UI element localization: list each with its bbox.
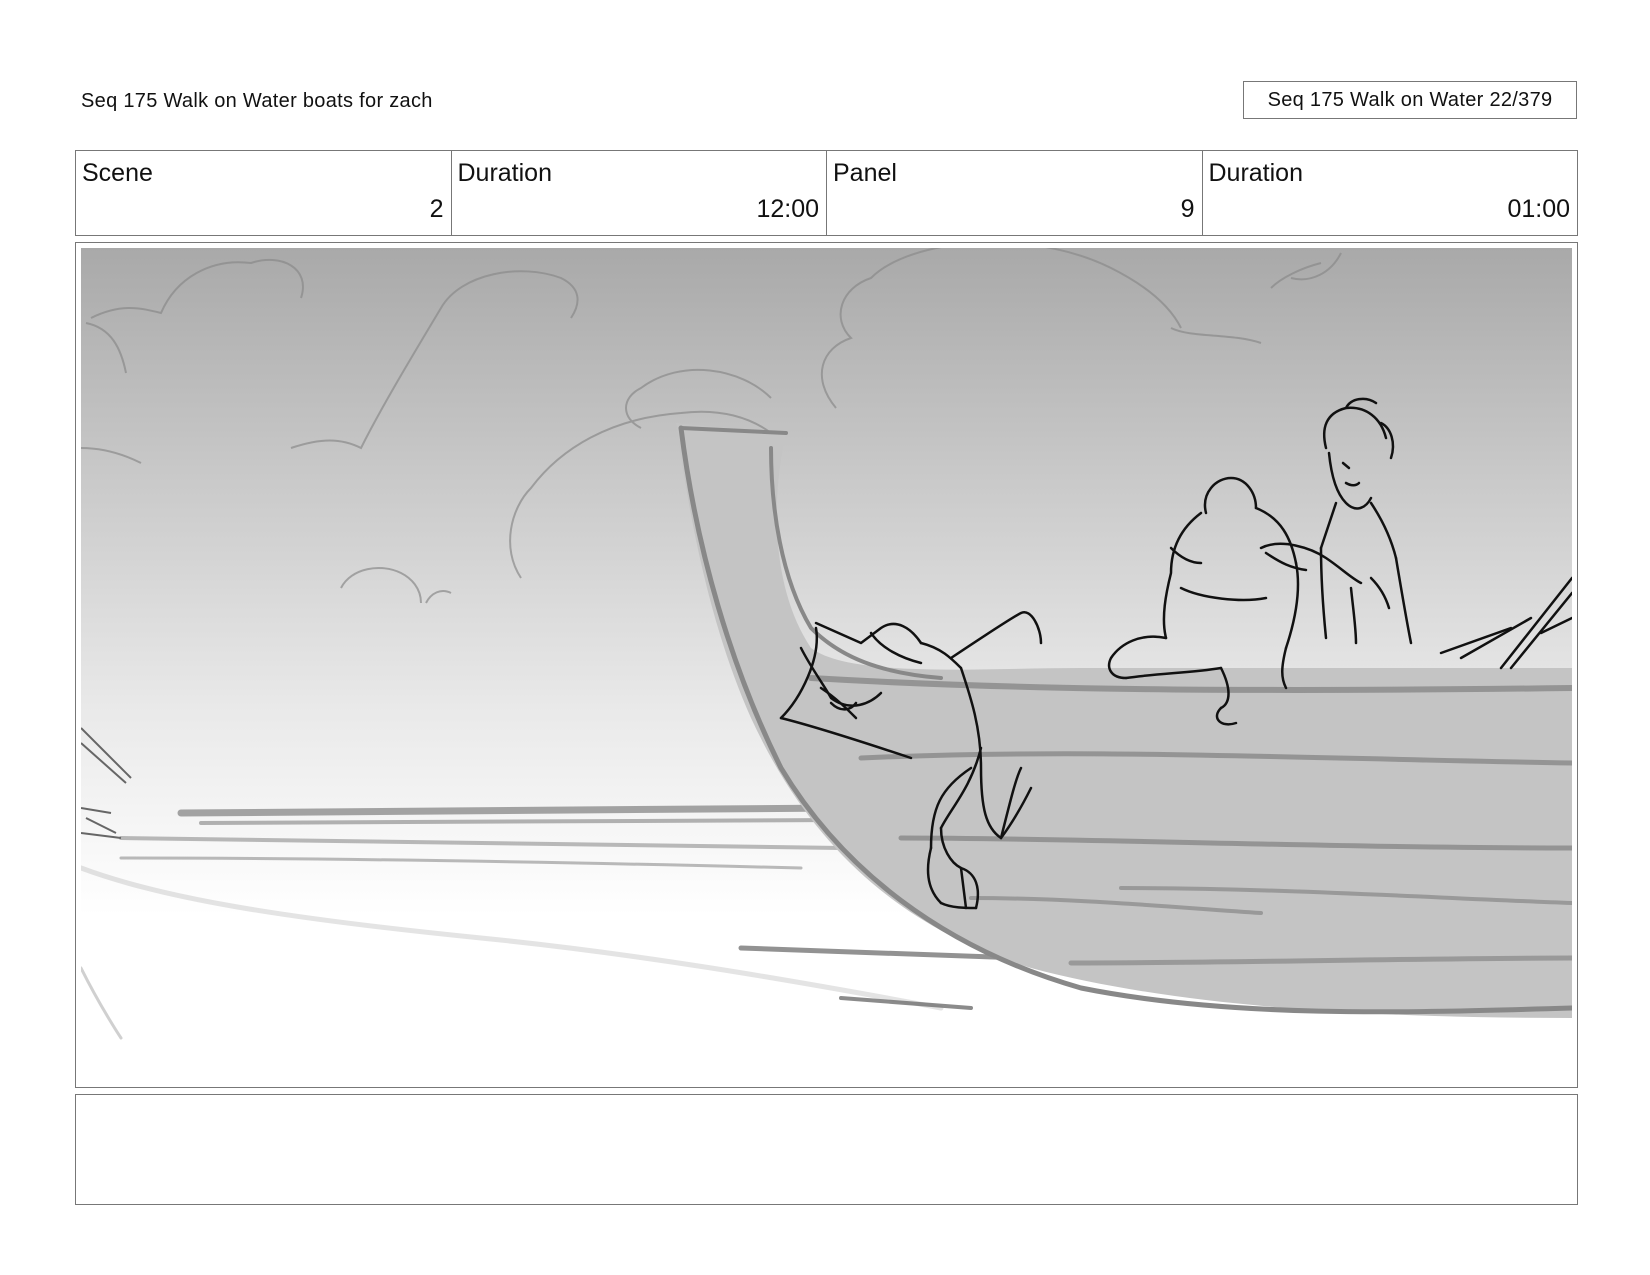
scene-duration-cell: Duration 12:00 <box>452 151 827 235</box>
storyboard-sketch <box>81 248 1572 1082</box>
info-table: Scene 2 Duration 12:00 Panel 9 Duration … <box>75 150 1578 236</box>
page-counter: Seq 175 Walk on Water 22/379 <box>1243 81 1577 119</box>
sequence-title: Seq 175 Walk on Water boats for zach <box>81 90 433 112</box>
scene-value: 2 <box>429 195 444 223</box>
scene-cell: Scene 2 <box>76 151 452 235</box>
panel-label: Panel <box>833 159 897 187</box>
panel-notes-box <box>75 1094 1578 1205</box>
boat-sketch-illustration <box>81 248 1572 1082</box>
panel-value: 9 <box>1180 195 1195 223</box>
scene-label: Scene <box>82 159 153 187</box>
scene-duration-value: 12:00 <box>756 195 819 223</box>
storyboard-panel-frame <box>75 242 1578 1088</box>
panel-duration-cell: Duration 01:00 <box>1203 151 1578 235</box>
panel-duration-value: 01:00 <box>1507 195 1570 223</box>
panel-duration-label: Duration <box>1208 159 1304 187</box>
panel-cell: Panel 9 <box>827 151 1203 235</box>
scene-duration-label: Duration <box>457 159 553 187</box>
